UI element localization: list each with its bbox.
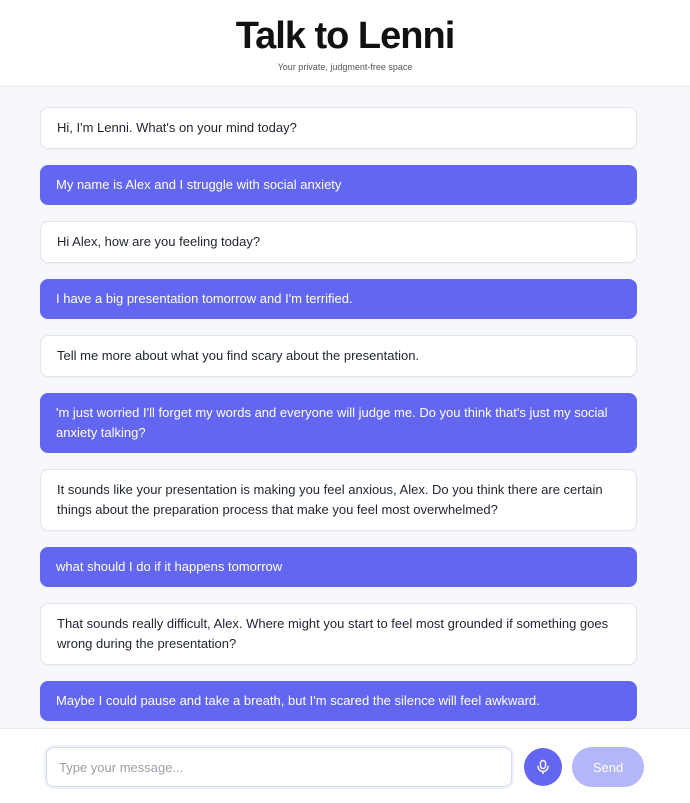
microphone-button[interactable] bbox=[524, 748, 562, 786]
message-bubble: It sounds like your presentation is maki… bbox=[40, 469, 637, 531]
page-title: Talk to Lenni bbox=[235, 15, 456, 57]
message-bubble: My name is Alex and I struggle with soci… bbox=[40, 165, 637, 205]
message-input[interactable] bbox=[46, 747, 512, 787]
message-list: Hi, I'm Lenni. What's on your mind today… bbox=[40, 107, 637, 737]
message-bubble: Hi, I'm Lenni. What's on your mind today… bbox=[40, 107, 637, 149]
microphone-icon bbox=[535, 759, 551, 775]
message-bubble: I have a big presentation tomorrow and I… bbox=[40, 279, 637, 319]
composer-bar: Send bbox=[0, 728, 690, 803]
message-bubble: Hi Alex, how are you feeling today? bbox=[40, 221, 637, 263]
message-bubble: Tell me more about what you find scary a… bbox=[40, 335, 637, 377]
header: Talk to Lenni Your private, judgment-fre… bbox=[0, 0, 690, 87]
message-bubble: That sounds really difficult, Alex. Wher… bbox=[40, 603, 637, 665]
send-button[interactable]: Send bbox=[572, 747, 644, 787]
message-bubble: what should I do if it happens tomorrow bbox=[40, 547, 637, 587]
message-bubble: Maybe I could pause and take a breath, b… bbox=[40, 681, 637, 721]
message-bubble: 'm just worried I'll forget my words and… bbox=[40, 393, 637, 453]
chat-app: Talk to Lenni Your private, judgment-fre… bbox=[0, 0, 690, 803]
page-subtitle: Your private, judgment-free space bbox=[277, 62, 413, 72]
